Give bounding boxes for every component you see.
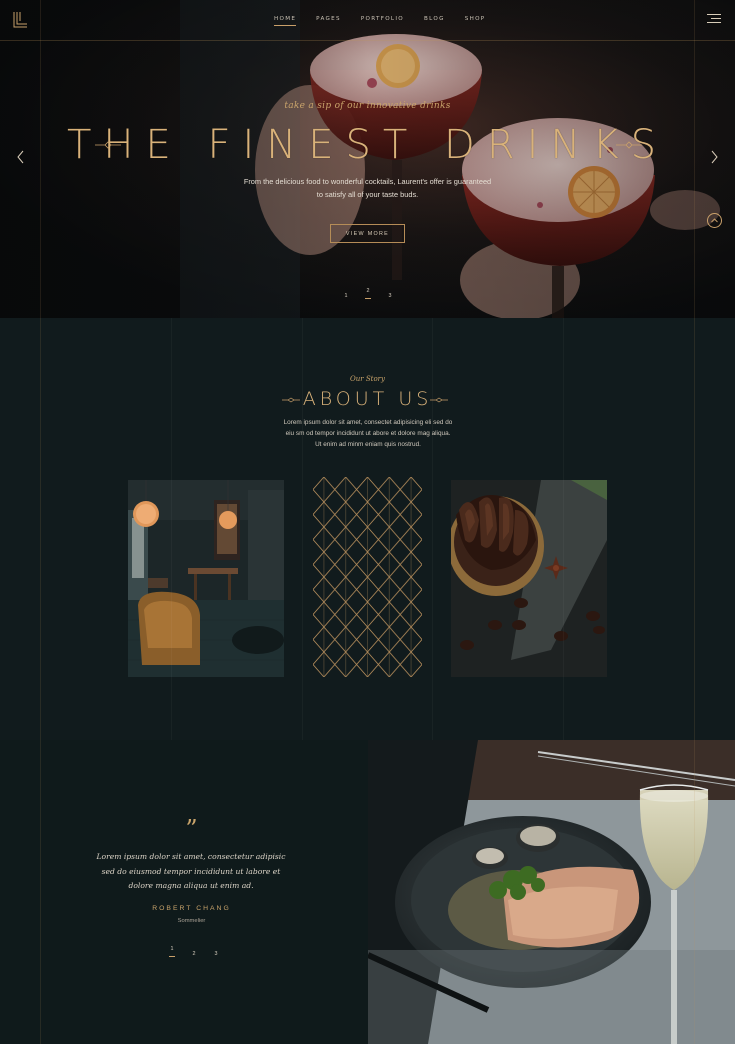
about-section: Our Story ABOUT US Lorem ipsum dolor sit… [0,318,735,740]
about-text-line: eiu sm od tempor incididunt ut abore et … [285,429,451,437]
grid-divider [302,318,303,740]
chevron-up-icon [711,218,718,223]
main-nav: HOME PAGES PORTFOLIO BLOG SHOP [274,16,486,26]
header-divider [0,40,735,41]
hero-subtitle: From the delicious food to wonderful coc… [0,176,735,201]
nav-item-home[interactable]: HOME [274,16,297,26]
testimonial-author-name: ROBERT CHANG [152,905,231,912]
about-text: Lorem ipsum dolor sit amet, consectet ad… [268,418,468,450]
view-more-button[interactable]: VIEW MORE [330,224,405,243]
hero-pager-dot-2[interactable]: 2 [364,288,372,299]
testimonial-text-line: dolore magna aliqua ut enim ad. [128,881,254,890]
restaurant-interior-image [128,480,284,677]
about-kicker: Our Story [350,375,385,383]
nav-item-pages[interactable]: PAGES [316,16,341,22]
hero-pager-dot-1[interactable]: 1 [342,293,350,299]
about-text-line: Ut enim ad minm eniam quis nostrud. [315,440,421,448]
grid-divider [563,318,564,740]
quote-icon: ” [185,815,198,843]
testimonial-pager-dot-2[interactable]: 2 [190,951,198,957]
testimonial-section: ” Lorem ipsum dolor sit amet, consectetu… [0,740,368,1044]
hero-kicker: take a sip of our innovative drinks [284,101,451,111]
testimonial-text-line: sed do eiusmod tempor incididunt ut labo… [101,866,281,876]
chevron-right-icon[interactable] [709,150,719,164]
hero-pager-dot-3[interactable]: 3 [386,293,394,299]
nav-item-blog[interactable]: BLOG [424,16,445,22]
site-header: HOME PAGES PORTFOLIO BLOG SHOP [0,0,735,40]
hero-section: take a sip of our innovative drinks THE … [0,0,735,318]
testimonial-pager: 1 2 3 [168,946,220,957]
ornament-icon [616,141,642,149]
nav-item-shop[interactable]: SHOP [465,16,486,22]
nav-item-portfolio[interactable]: PORTFOLIO [361,16,404,22]
about-title: ABOUT US [302,388,433,410]
hero-subtitle-line: to satisfy all of your taste buds. [316,189,419,199]
scroll-to-top-button[interactable] [707,213,722,228]
chevron-left-icon[interactable] [16,150,26,164]
hamburger-menu-icon[interactable] [707,13,721,25]
chocolate-tart-image [451,480,607,677]
hero-subtitle-line: From the delicious food to wonderful coc… [243,177,492,186]
testimonial-text: Lorem ipsum dolor sit amet, consectetur … [92,850,290,894]
about-text-line: Lorem ipsum dolor sit amet, consectet ad… [283,419,453,426]
testimonial-text-line: Lorem ipsum dolor sit amet, consectetur … [96,852,286,861]
testimonial-pager-dot-1[interactable]: 1 [168,946,176,957]
grid-divider [432,318,433,740]
hero-pager: 1 2 3 [342,288,394,299]
geometric-pattern-image [313,477,422,677]
grid-divider [171,318,172,740]
testimonial-pager-dot-3[interactable]: 3 [212,951,220,957]
logo-icon[interactable] [12,11,28,29]
plated-dish-image [368,740,735,1044]
testimonial-author-role: Sommelier [177,918,206,924]
